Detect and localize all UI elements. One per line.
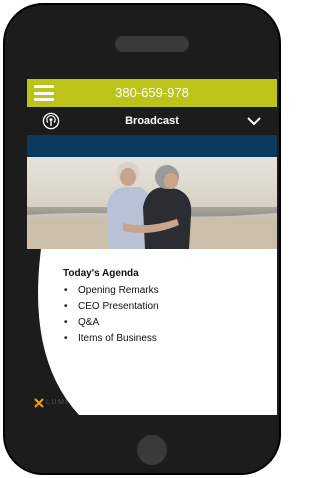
broadcast-banner [27, 135, 277, 157]
couple-beach-photo [27, 157, 277, 249]
home-button[interactable] [137, 435, 167, 465]
hamburger-menu-icon[interactable] [34, 85, 54, 101]
agenda-section: Today's Agenda Opening Remarks CEO Prese… [63, 267, 273, 347]
broadcast-icon[interactable] [42, 112, 60, 130]
agenda-item: Items of Business [63, 331, 273, 347]
phone-number: 380-659-978 [115, 85, 189, 100]
lumi-logo-mark-icon [34, 398, 44, 408]
agenda-item: Opening Remarks [63, 283, 273, 299]
app-screen: 380-659-978 Broadcast Today's Agenda • O… [27, 79, 277, 415]
agenda-title: Today's Agenda [63, 268, 139, 279]
nav-bar: Broadcast [27, 107, 277, 135]
agenda-item: Q&A [63, 315, 273, 331]
phone-frame: 380-659-978 Broadcast Today's Agenda • O… [3, 3, 281, 475]
top-bar: 380-659-978 [27, 79, 277, 107]
broadcast-title: Broadcast [125, 115, 179, 127]
agenda-item: CEO Presentation [63, 299, 273, 315]
phone-speaker [115, 36, 189, 52]
chevron-down-icon[interactable] [246, 115, 262, 127]
agenda-list: Opening Remarks CEO Presentation Q&A Ite… [63, 283, 273, 347]
logo-text: LUMI [46, 399, 69, 406]
